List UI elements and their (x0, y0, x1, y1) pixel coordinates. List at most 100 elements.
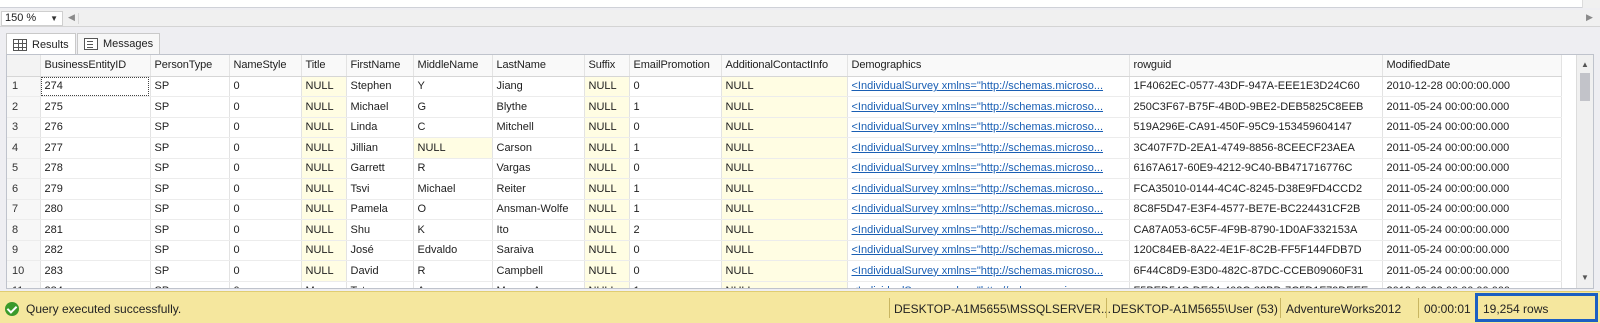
table-cell[interactable]: NULL (584, 219, 630, 241)
table-cell[interactable]: 2010-12-28 00:00:00.000 (1382, 76, 1562, 97)
table-row[interactable]: 8 281 SP 0 NULL Shu K Ito NULL 2 NULL <IndividualSu… (7, 219, 1562, 241)
row-number[interactable]: 2 (7, 96, 41, 118)
table-cell[interactable]: 1 (629, 96, 722, 118)
table-cell[interactable]: F5BED54C-DE64-402C-83BD-7C5D1F79DEEE (1129, 281, 1383, 288)
table-cell[interactable]: Edvaldo (413, 240, 493, 261)
xml-link-cell[interactable]: <IndividualSurvey xmlns="http://schemas.… (847, 137, 1130, 159)
scroll-right-icon[interactable]: ▶ (1586, 12, 1594, 25)
table-cell[interactable]: 1F4062EC-0577-43DF-947A-EEE1E3D24C60 (1129, 76, 1383, 97)
table-cell[interactable]: NULL (721, 260, 848, 282)
table-cell[interactable]: R (413, 158, 493, 179)
table-cell[interactable]: NULL (413, 137, 493, 159)
table-cell[interactable]: Linda (346, 117, 414, 138)
table-cell[interactable]: 2012-09-23 00:00:00.000 (1382, 281, 1562, 288)
table-cell[interactable]: SP (150, 117, 230, 138)
table-cell[interactable]: 120C84EB-8A22-4E1F-8C2B-FF5F144FDB7D (1129, 240, 1383, 261)
table-cell[interactable]: 1 (629, 281, 722, 288)
editor-vertical-scrollbar[interactable] (1582, 0, 1600, 8)
table-cell[interactable]: 0 (229, 178, 302, 200)
xml-link-cell[interactable]: <IndividualSurvey xmlns="http://schemas.… (847, 260, 1130, 282)
table-cell[interactable]: NULL (584, 137, 630, 159)
tab-results[interactable]: Results (6, 33, 76, 55)
table-cell[interactable]: 1 (629, 199, 722, 220)
table-cell[interactable]: 0 (229, 281, 302, 288)
table-cell[interactable]: SP (150, 178, 230, 200)
row-number[interactable]: 8 (7, 219, 41, 241)
table-cell[interactable]: NULL (301, 158, 347, 179)
column-header[interactable]: Suffix (584, 55, 630, 77)
table-cell[interactable]: Garrett (346, 158, 414, 179)
table-cell[interactable]: 0 (629, 240, 722, 261)
table-cell[interactable]: G (413, 96, 493, 118)
column-header[interactable]: Title (301, 55, 347, 77)
table-cell[interactable]: NULL (721, 76, 848, 97)
table-cell[interactable]: 6167A617-60E9-4212-9C40-BB471716776C (1129, 158, 1383, 179)
table-cell[interactable]: Vargas (492, 158, 585, 179)
table-cell[interactable]: NULL (584, 96, 630, 118)
table-row[interactable]: 4 277 SP 0 NULL Jillian NULL Carson NULL 1 NULL <In… (7, 137, 1562, 159)
table-cell[interactable]: 283 (40, 260, 151, 282)
results-grid[interactable]: BusinessEntityID PersonType NameStyle Title… (6, 54, 1594, 289)
table-cell[interactable]: Carson (492, 137, 585, 159)
table-cell[interactable]: 278 (40, 158, 151, 179)
table-cell[interactable]: NULL (301, 219, 347, 241)
table-cell[interactable]: NULL (584, 117, 630, 138)
table-cell[interactable]: A (413, 281, 493, 288)
table-cell[interactable]: SP (150, 260, 230, 282)
table-cell[interactable]: 281 (40, 219, 151, 241)
table-row[interactable]: 10 283 SP 0 NULL David R Campbell NULL 0 NULL <Indi… (7, 260, 1562, 282)
table-cell[interactable]: 0 (229, 137, 302, 159)
table-cell[interactable]: 0 (229, 240, 302, 261)
table-row[interactable]: 9 282 SP 0 NULL José Edvaldo Saraiva NULL 0 NULL <I… (7, 240, 1562, 261)
table-cell[interactable]: 2011-05-24 00:00:00.000 (1382, 260, 1562, 282)
xml-link-cell[interactable]: <IndividualSurvey xmlns="http://schemas.… (847, 76, 1130, 97)
table-cell[interactable]: 0 (229, 260, 302, 282)
table-cell[interactable]: 1 (629, 178, 722, 200)
table-cell[interactable]: 0 (629, 76, 722, 97)
table-cell[interactable]: Mr. (301, 281, 347, 288)
table-cell[interactable]: 2011-05-24 00:00:00.000 (1382, 199, 1562, 220)
row-number[interactable]: 1 (7, 76, 41, 97)
xml-link-cell[interactable]: <IndividualSurvey xmlns="http://schemas.… (847, 240, 1130, 261)
editor-horizontal-scrollbar[interactable] (78, 13, 1578, 24)
table-row[interactable]: 6 279 SP 0 NULL Tsvi Michael Reiter NULL 1 NULL <In… (7, 178, 1562, 200)
table-cell[interactable]: NULL (721, 219, 848, 241)
table-cell[interactable]: NULL (721, 137, 848, 159)
scroll-down-icon[interactable]: ▼ (1577, 270, 1593, 286)
table-cell[interactable]: 2011-05-24 00:00:00.000 (1382, 178, 1562, 200)
table-cell[interactable]: 284 (40, 281, 151, 288)
table-cell[interactable]: NULL (301, 96, 347, 118)
column-header[interactable]: AdditionalContactInfo (721, 55, 848, 77)
table-row[interactable]: 3 276 SP 0 NULL Linda C Mitchell NULL 0 NULL <Indiv… (7, 117, 1562, 138)
table-cell[interactable]: 280 (40, 199, 151, 220)
table-cell[interactable]: SP (150, 199, 230, 220)
table-cell[interactable]: NULL (721, 158, 848, 179)
table-cell[interactable]: NULL (721, 281, 848, 288)
table-cell[interactable]: Jillian (346, 137, 414, 159)
table-cell[interactable]: NULL (721, 178, 848, 200)
table-cell[interactable]: 6F44C8D9-E3D0-482C-87DC-CCEB09060F31 (1129, 260, 1383, 282)
table-cell[interactable]: Campbell (492, 260, 585, 282)
table-cell[interactable]: 0 (229, 96, 302, 118)
table-cell[interactable]: Jiang (492, 76, 585, 97)
table-cell[interactable]: 279 (40, 178, 151, 200)
table-cell[interactable]: Tete (346, 281, 414, 288)
xml-link-cell[interactable]: <IndividualSurvey xmlns="http://schemas.… (847, 178, 1130, 200)
table-row[interactable]: 1 274 SP 0 NULL Stephen Y Jiang NULL 0 NULL <Indivi… (7, 76, 1562, 97)
table-cell[interactable]: SP (150, 137, 230, 159)
table-cell[interactable]: Mitchell (492, 117, 585, 138)
table-cell[interactable]: C (413, 117, 493, 138)
table-cell[interactable]: SP (150, 96, 230, 118)
table-cell[interactable]: SP (150, 158, 230, 179)
table-cell[interactable]: 250C3F67-B75F-4B0D-9BE2-DEB5825C8EEB (1129, 96, 1383, 118)
table-cell[interactable]: 1 (629, 137, 722, 159)
row-number[interactable]: 3 (7, 117, 41, 138)
table-cell[interactable]: Tsvi (346, 178, 414, 200)
table-cell[interactable]: José (346, 240, 414, 261)
scrollbar-thumb[interactable] (1580, 73, 1590, 101)
table-cell[interactable]: Shu (346, 219, 414, 241)
table-cell[interactable]: Y (413, 76, 493, 97)
row-number[interactable]: 9 (7, 240, 41, 261)
table-cell[interactable]: 8C8F5D47-E3F4-4577-BE7E-BC224431CF2B (1129, 199, 1383, 220)
table-cell[interactable]: 274 (40, 76, 151, 97)
